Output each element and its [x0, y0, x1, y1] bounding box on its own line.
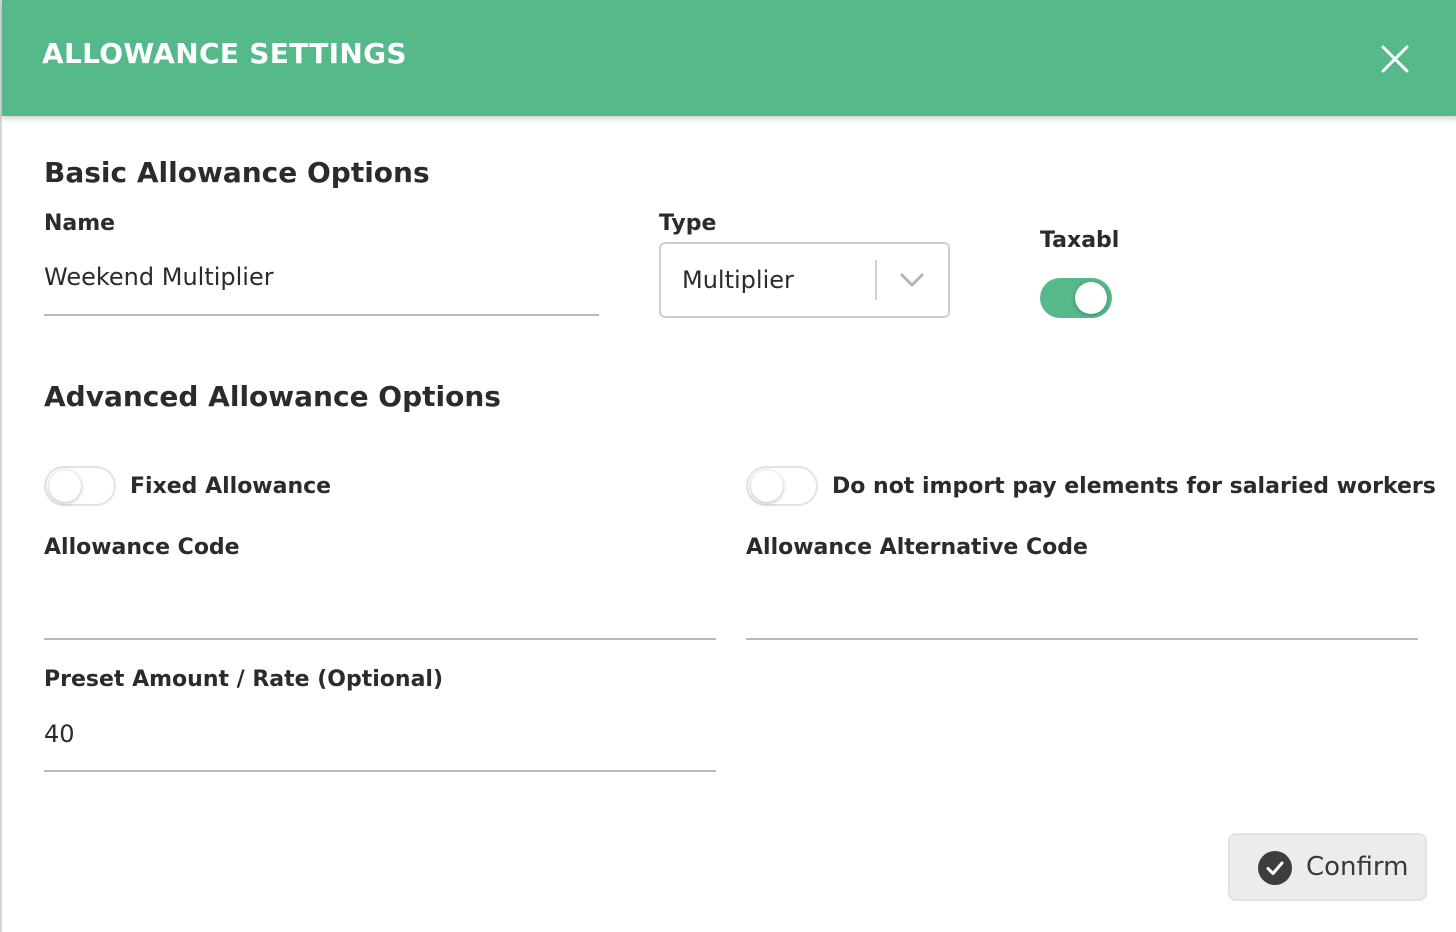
modal-header: ALLOWANCE SETTINGS	[2, 0, 1456, 116]
no-import-toggle[interactable]	[746, 466, 818, 506]
preset-amount-input[interactable]	[44, 714, 716, 772]
confirm-button[interactable]: Confirm	[1228, 833, 1427, 901]
type-select-value: Multiplier	[682, 266, 794, 294]
taxable-label: Taxable	[1040, 228, 1118, 253]
no-import-label: Do not import pay elements for salaried …	[832, 474, 1436, 499]
toggle-knob	[751, 470, 783, 502]
modal-title: ALLOWANCE SETTINGS	[42, 37, 407, 70]
close-icon	[1381, 45, 1409, 73]
fixed-allowance-toggle[interactable]	[44, 466, 116, 506]
chevron-down-icon	[900, 273, 924, 287]
allowance-alt-code-label: Allowance Alternative Code	[746, 535, 1088, 560]
allowance-settings-modal: ALLOWANCE SETTINGS Basic Allowance Optio…	[0, 0, 1456, 932]
basic-section-title: Basic Allowance Options	[44, 156, 430, 189]
type-select[interactable]: Multiplier	[659, 242, 950, 318]
toggle-knob	[1075, 282, 1107, 314]
taxable-toggle[interactable]	[1040, 278, 1112, 318]
confirm-label: Confirm	[1306, 852, 1409, 882]
name-label: Name	[44, 211, 116, 236]
allowance-code-input[interactable]	[44, 590, 716, 640]
preset-amount-label: Preset Amount / Rate (Optional)	[44, 667, 444, 692]
name-input[interactable]	[44, 258, 599, 316]
taxable-label-wrap: Taxable	[1040, 228, 1118, 258]
toggle-knob	[49, 470, 81, 502]
advanced-section-title: Advanced Allowance Options	[44, 380, 501, 413]
check-circle-icon	[1258, 851, 1292, 885]
allowance-alt-code-input[interactable]	[746, 590, 1418, 640]
select-separator	[875, 260, 877, 300]
close-button[interactable]	[1380, 44, 1410, 74]
fixed-allowance-label: Fixed Allowance	[130, 474, 332, 499]
type-label: Type	[659, 211, 717, 236]
allowance-code-label: Allowance Code	[44, 535, 240, 560]
